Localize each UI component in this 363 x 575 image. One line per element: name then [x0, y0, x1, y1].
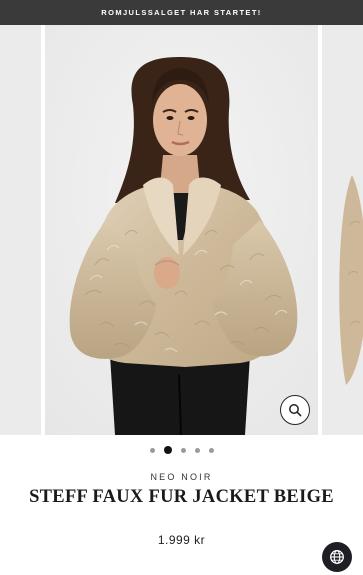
- product-image-gallery[interactable]: [0, 25, 363, 435]
- locale-selector-button[interactable]: [322, 542, 352, 572]
- gallery-slide-previous[interactable]: [0, 25, 41, 435]
- promo-banner-text: ROMJULSSALGET HAR STARTET!: [101, 8, 262, 17]
- product-photo-illustration: [45, 25, 318, 435]
- product-price: 1.999 kr: [157, 533, 206, 547]
- gallery-slide-next[interactable]: [322, 25, 363, 435]
- zoom-button[interactable]: [280, 395, 310, 425]
- gallery-dot-4[interactable]: [194, 447, 200, 453]
- product-brand[interactable]: NEO NOIR: [0, 472, 363, 482]
- globe-icon: [330, 550, 344, 564]
- product-title: STEFF FAUX FUR JACKET BEIGE: [29, 487, 334, 507]
- gallery-dot-1[interactable]: [149, 447, 155, 453]
- gallery-dot-3[interactable]: [180, 447, 186, 453]
- promo-banner[interactable]: ROMJULSSALGET HAR STARTET!: [0, 0, 363, 25]
- gallery-dot-5[interactable]: [208, 447, 214, 453]
- product-photo[interactable]: [45, 25, 318, 435]
- gallery-dot-2-active[interactable]: [163, 446, 172, 454]
- magnifier-icon: [289, 404, 302, 417]
- gallery-pagination: [0, 444, 363, 456]
